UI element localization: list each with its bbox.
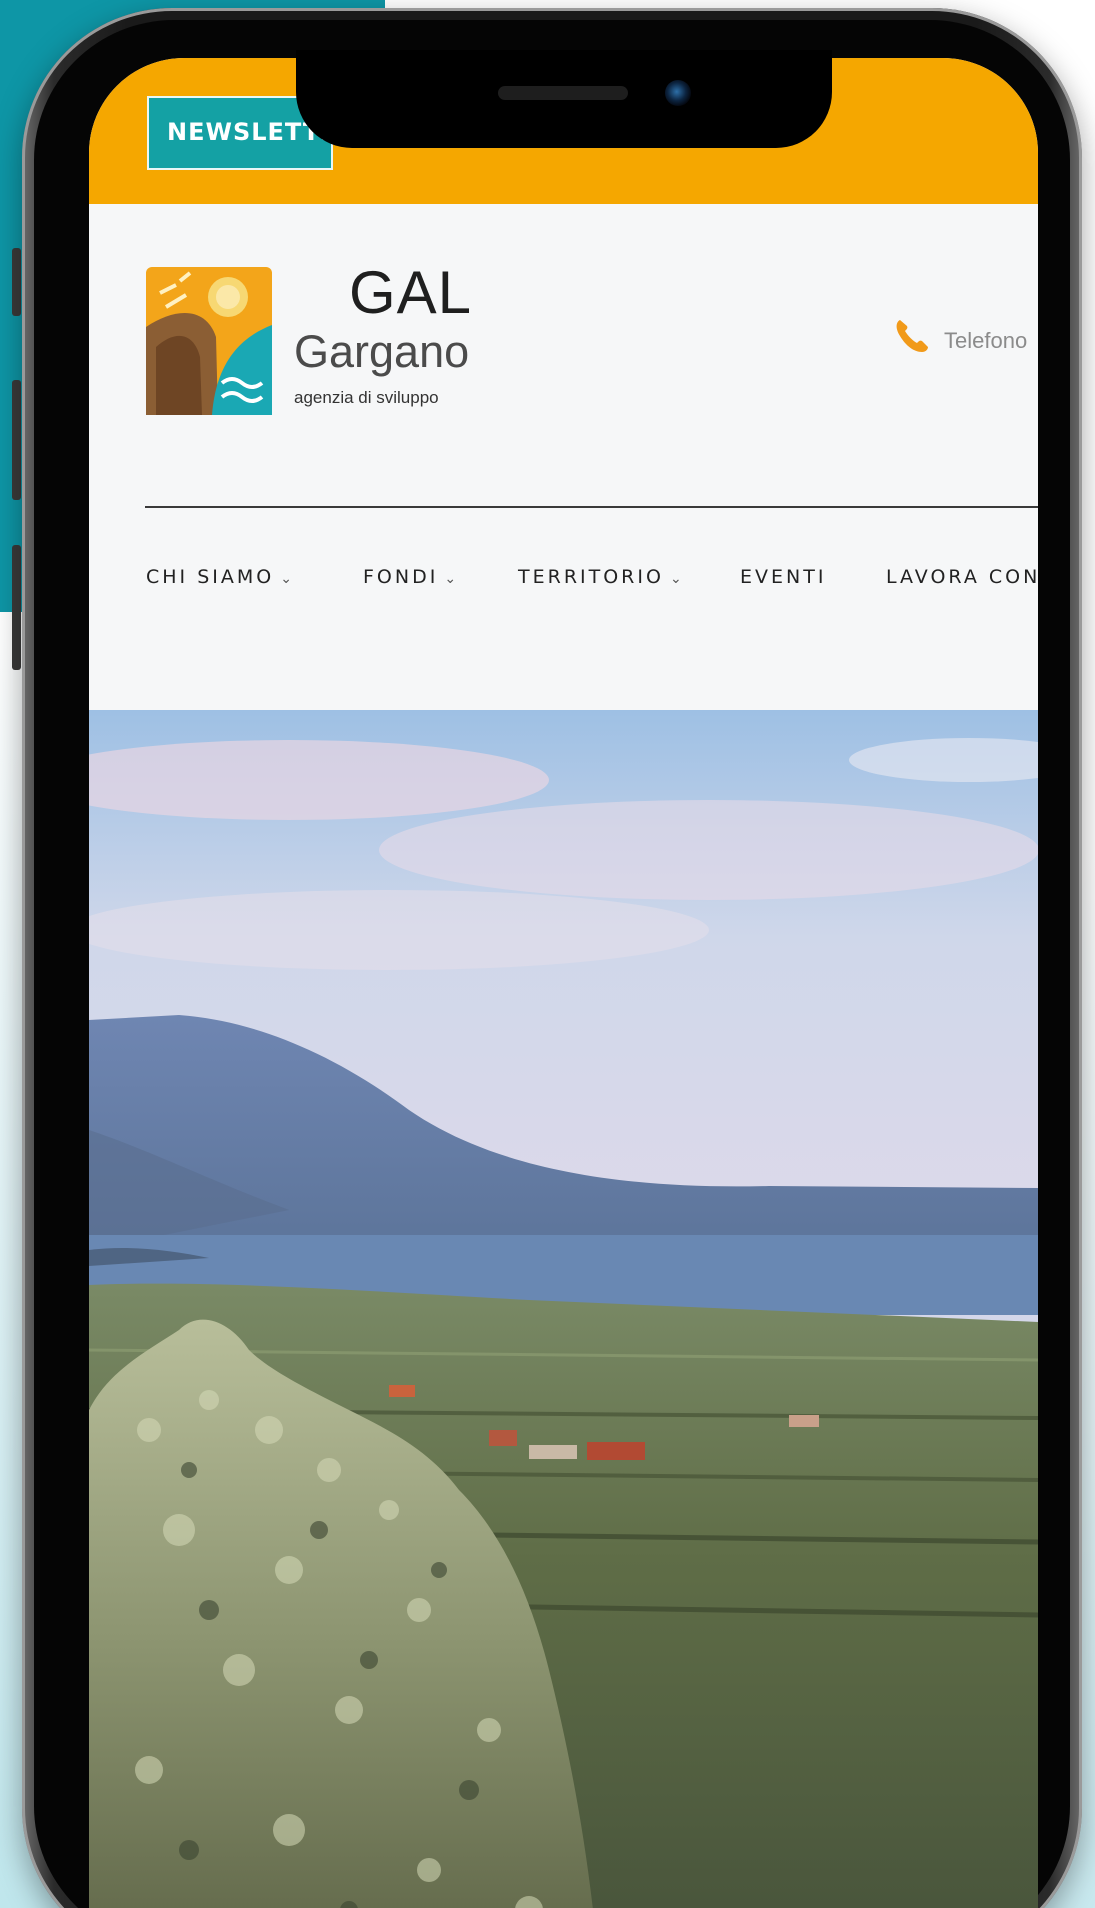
nav-item-label: LAVORA CON NOI: [886, 566, 1038, 588]
phone-label[interactable]: Telefono: [944, 328, 1027, 354]
chevron-down-icon: ⌄: [280, 571, 295, 587]
nav-item-eventi[interactable]: EVENTI: [740, 566, 826, 588]
hero-image: [89, 710, 1038, 1908]
nav-item-label: CHI SIAMO: [146, 566, 275, 588]
header-divider: [145, 506, 1038, 508]
mockup-canvas: NEWSLETTER GAL Gargano agenzia di svilup…: [0, 0, 1095, 1908]
nav-item-fondi[interactable]: FONDI ⌄: [363, 566, 459, 588]
chevron-down-icon: ⌄: [669, 571, 685, 587]
nav-item-lavora-con-noi[interactable]: LAVORA CON NOI: [886, 566, 1038, 588]
phone-mute-switch: [12, 248, 21, 316]
phone-icon[interactable]: [892, 316, 932, 356]
phone-screen: NEWSLETTER GAL Gargano agenzia di svilup…: [89, 58, 1038, 1908]
nav-item-territorio[interactable]: TERRITORIO ⌄: [518, 566, 685, 588]
brand-subname: Gargano: [294, 326, 470, 377]
nav-item-label: FONDI: [363, 566, 439, 588]
brand-name: GAL: [348, 259, 472, 326]
phone-volume-down: [12, 545, 21, 670]
brand-tagline: agenzia di sviluppo: [294, 388, 439, 407]
nav-item-chi-siamo[interactable]: CHI SIAMO ⌄: [146, 566, 295, 588]
nav-item-label: EVENTI: [740, 566, 827, 588]
chevron-down-icon: ⌄: [444, 571, 460, 587]
camera-icon: [665, 80, 691, 106]
nav-item-label: TERRITORIO: [518, 566, 664, 588]
phone-speaker: [498, 86, 628, 100]
phone-volume-up: [12, 380, 21, 500]
